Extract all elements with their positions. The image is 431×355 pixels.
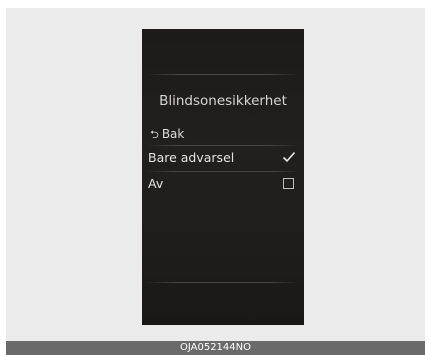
menu-item-label: Bare advarsel	[148, 150, 235, 165]
menu-title: Blindsonesikkerhet	[159, 93, 287, 109]
cluster-display: Blindsonesikkerhet ⮌ Bak Bare advarsel Av	[142, 29, 304, 325]
divider-2	[146, 171, 300, 172]
back-label: Bak	[161, 127, 185, 141]
back-arrow-icon: ⮌	[150, 128, 159, 141]
divider-1	[146, 145, 300, 146]
checkmark-icon[interactable]	[282, 151, 296, 163]
menu-item-off[interactable]: Av	[142, 174, 304, 194]
checkbox-icon[interactable]	[283, 178, 294, 189]
figure-caption: OJA052144NO	[6, 341, 425, 355]
top-divider	[146, 74, 300, 75]
menu-item-warning-only[interactable]: Bare advarsel	[142, 148, 304, 168]
menu-item-label: Av	[148, 176, 164, 191]
back-option[interactable]: ⮌ Bak	[150, 126, 184, 145]
bottom-divider	[146, 282, 300, 283]
